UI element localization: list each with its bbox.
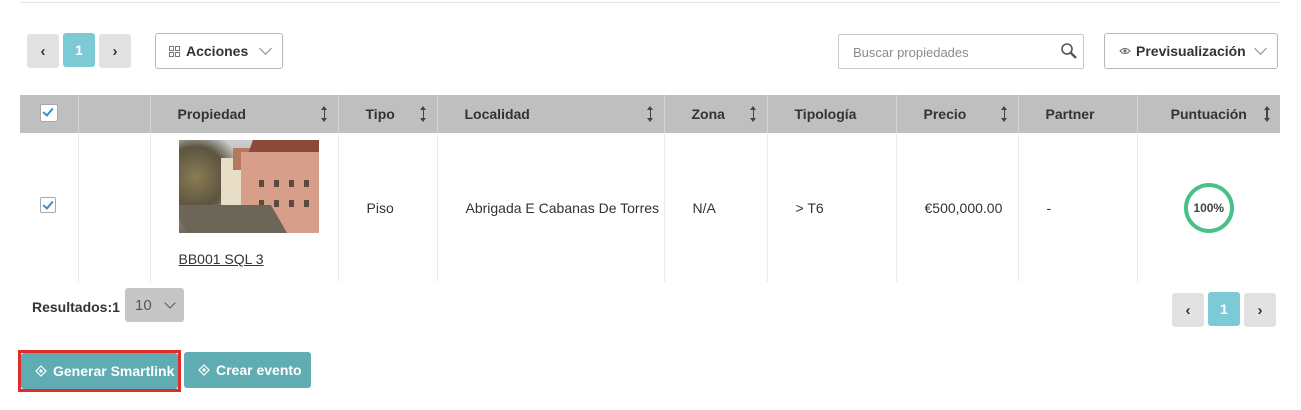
- chevron-down-icon: [164, 297, 176, 309]
- header-label: Propiedad: [177, 106, 246, 122]
- pager-next-button[interactable]: ›: [99, 34, 131, 68]
- property-reference-link[interactable]: BB001 SQL 3: [179, 251, 264, 267]
- row-checkbox[interactable]: [39, 196, 56, 213]
- column-header-propiedad[interactable]: Propiedad: [149, 95, 338, 133]
- blank-header: [77, 95, 150, 133]
- pager-prev-button[interactable]: ‹: [27, 34, 59, 68]
- header-label: Tipología: [794, 106, 857, 122]
- grid-icon: [169, 45, 180, 57]
- sort-icon[interactable]: [1263, 106, 1271, 122]
- header-label: Tipo: [365, 106, 395, 122]
- select-all-checkbox[interactable]: [39, 103, 58, 122]
- highlight-box: [18, 350, 181, 392]
- column-header-puntuacion[interactable]: Puntuación: [1136, 95, 1280, 133]
- create-event-label: Crear evento: [216, 362, 302, 378]
- eye-icon: [1119, 48, 1131, 54]
- column-header-precio[interactable]: Precio: [895, 95, 1018, 133]
- select-all-header: [20, 95, 78, 133]
- table-header-row: Propiedad Tipo Localidad Zona Tipología …: [20, 95, 1280, 133]
- sort-icon[interactable]: [320, 106, 329, 122]
- search-box: [838, 34, 1084, 69]
- preview-label: Previsualización: [1136, 43, 1246, 59]
- blank-cell: [77, 133, 150, 282]
- create-event-button[interactable]: Crear evento: [184, 352, 311, 388]
- footer-pager-next-button[interactable]: ›: [1244, 293, 1276, 327]
- column-header-localidad[interactable]: Localidad: [436, 95, 664, 133]
- sort-icon[interactable]: [646, 106, 655, 122]
- score-gauge: 100%: [1183, 182, 1234, 233]
- top-divider: [20, 2, 1280, 3]
- actions-label: Acciones: [186, 43, 249, 59]
- target-icon: [198, 364, 210, 376]
- search-icon[interactable]: [1060, 42, 1078, 60]
- footer-pager-page-1-button[interactable]: 1: [1208, 292, 1240, 326]
- properties-table: Propiedad Tipo Localidad Zona Tipología …: [20, 95, 1280, 282]
- column-header-tipologia: Tipología: [766, 95, 896, 133]
- results-count: Resultados:1: [32, 299, 120, 315]
- sort-icon[interactable]: [1000, 106, 1009, 122]
- table-row[interactable]: BB001 SQL 3 Piso Abrigada E Cabanas De T…: [20, 133, 1280, 282]
- search-input[interactable]: [851, 36, 1055, 69]
- property-thumbnail[interactable]: [178, 140, 319, 233]
- localidad-cell: Abrigada E Cabanas De Torres: [436, 133, 664, 282]
- column-header-zona[interactable]: Zona: [663, 95, 767, 133]
- tipologia-cell: > T6: [766, 133, 896, 282]
- header-label: Zona: [691, 106, 725, 122]
- column-header-tipo[interactable]: Tipo: [337, 95, 437, 133]
- property-cell: BB001 SQL 3: [149, 133, 338, 282]
- header-label: Puntuación: [1170, 106, 1247, 122]
- footer-pager-prev-button[interactable]: ‹: [1172, 293, 1204, 327]
- preview-dropdown[interactable]: Previsualización: [1104, 33, 1278, 69]
- chevron-down-icon: [1254, 42, 1267, 55]
- zona-cell: N/A: [663, 133, 767, 282]
- header-label: Partner: [1045, 106, 1095, 122]
- puntuacion-cell: 100%: [1136, 133, 1280, 282]
- page-size-value: 10: [135, 296, 152, 314]
- chevron-down-icon: [259, 42, 272, 55]
- sort-icon[interactable]: [419, 106, 428, 122]
- precio-cell: €500,000.00: [895, 133, 1018, 282]
- row-select-cell: [20, 133, 78, 282]
- page-size-select[interactable]: 10: [125, 288, 184, 322]
- actions-dropdown[interactable]: Acciones: [155, 33, 283, 69]
- partner-cell: -: [1017, 133, 1137, 282]
- tipo-cell: Piso: [337, 133, 437, 282]
- sort-icon[interactable]: [749, 106, 758, 122]
- pager-page-1-button[interactable]: 1: [63, 33, 95, 67]
- column-header-partner: Partner: [1017, 95, 1137, 133]
- score-value: 100%: [1193, 200, 1225, 215]
- header-label: Localidad: [464, 106, 530, 122]
- header-label: Precio: [923, 106, 967, 122]
